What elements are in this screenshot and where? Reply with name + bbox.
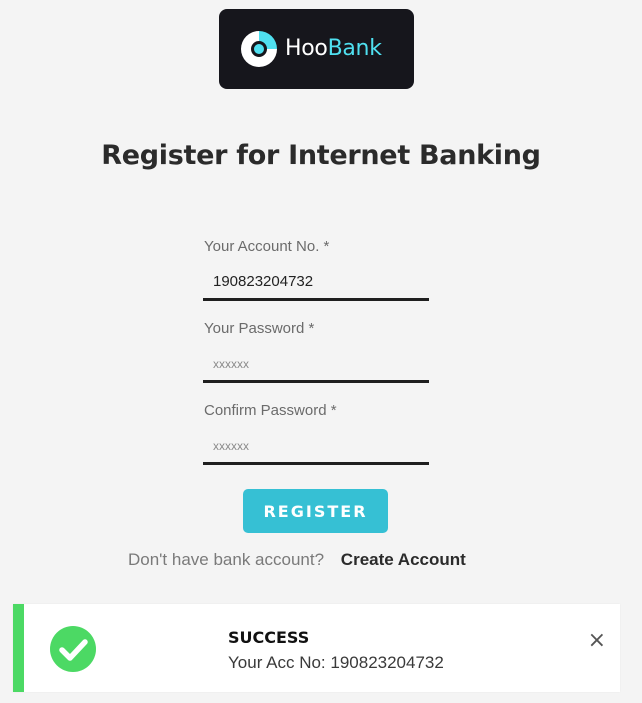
close-icon[interactable]: × — [588, 630, 606, 652]
confirm-password-field: Confirm Password * — [203, 402, 429, 484]
password-label: Your Password * — [204, 320, 315, 337]
password-field: Your Password * — [203, 320, 429, 402]
account-no-field: Your Account No. * — [203, 238, 429, 320]
hoobank-logo: HooBank — [219, 9, 414, 89]
account-no-label: Your Account No. * — [204, 238, 330, 255]
account-no-input[interactable] — [203, 264, 429, 301]
signup-row: Don't have bank account? Create Account — [128, 550, 528, 570]
toast-message: Your Acc No: 190823204732 — [228, 653, 444, 672]
check-circle-icon — [50, 626, 96, 672]
hoobank-logo-icon — [241, 31, 277, 67]
signup-question: Don't have bank account? — [128, 550, 325, 569]
toast-title: SUCCESS — [228, 628, 310, 647]
page-title: Register for Internet Banking — [101, 140, 541, 171]
success-toast: SUCCESS Your Acc No: 190823204732 × — [13, 604, 620, 692]
create-account-link[interactable]: Create Account — [341, 550, 466, 569]
confirm-password-input[interactable] — [203, 428, 429, 465]
confirm-password-label: Confirm Password * — [204, 402, 337, 419]
logo-text: HooBank — [285, 36, 382, 61]
password-input[interactable] — [203, 346, 429, 383]
register-button[interactable]: REGISTER — [243, 489, 388, 533]
register-form: Your Account No. * Your Password * Confi… — [203, 238, 429, 484]
